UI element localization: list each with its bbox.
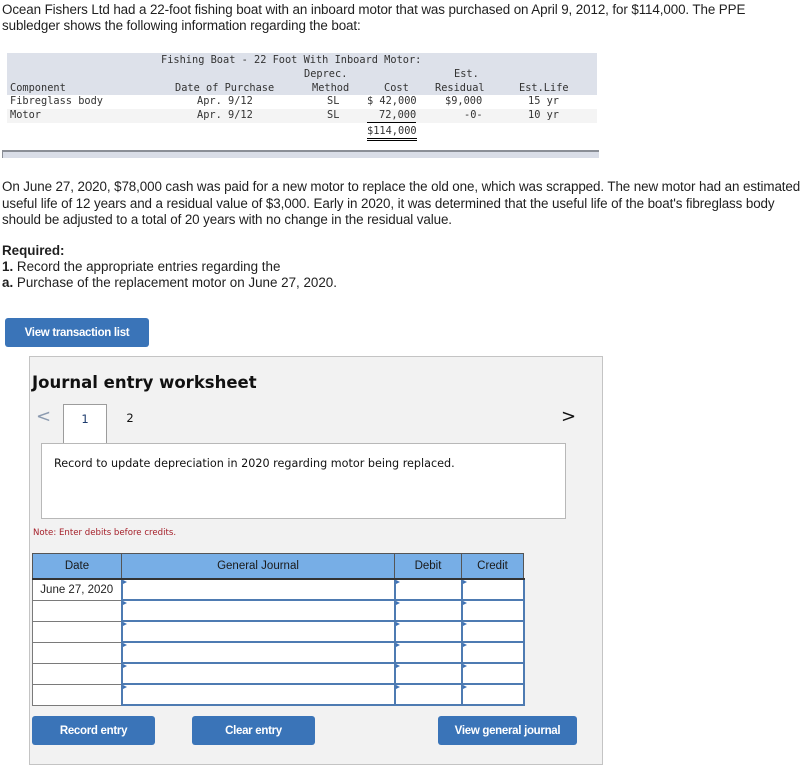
item-1-number: 1. [2, 259, 14, 274]
worksheet-title: Journal entry worksheet [32, 373, 257, 392]
journal-entry-worksheet: Journal entry worksheet < > 1 2 Record t… [29, 356, 603, 765]
date-cell[interactable] [32, 641, 122, 664]
row-cost: $ 42,000 [367, 95, 417, 107]
debit-input[interactable] [393, 599, 463, 622]
subledger-bottom-bar [2, 150, 599, 158]
instruction-box: Record to update depreciation in 2020 re… [41, 443, 566, 519]
account-dropdown[interactable] [120, 620, 396, 643]
ppe-subledger-table: Fishing Boat - 22 Foot With Inboard Moto… [7, 53, 597, 141]
item-a-number: a. [2, 275, 14, 290]
header-date: Date of Purchase [175, 82, 275, 94]
subledger-title: Fishing Boat - 22 Foot With Inboard Moto… [161, 54, 422, 66]
tab-1[interactable]: 1 [63, 404, 107, 443]
journal-row [32, 662, 525, 685]
row-residual: -0- [464, 109, 483, 121]
chevron-right-icon[interactable]: > [561, 406, 576, 427]
column-header-debit: Debit [394, 553, 462, 580]
row-life: 15 yr [528, 95, 559, 107]
required-section: Required: 1. Record the appropriate entr… [2, 243, 337, 291]
journal-row [32, 620, 525, 643]
credit-input[interactable] [460, 662, 525, 685]
row-residual: $9,000 [445, 95, 483, 107]
journal-row [32, 599, 525, 622]
account-dropdown[interactable] [120, 683, 396, 706]
view-general-journal-button[interactable]: View general journal [438, 716, 577, 745]
debits-note: Note: Enter debits before credits. [33, 528, 177, 538]
row-method: SL [327, 95, 340, 107]
scenario-paragraph: On June 27, 2020, $78,000 cash was paid … [2, 179, 801, 227]
journal-row [32, 641, 525, 664]
credit-input[interactable] [460, 683, 525, 706]
total-cost: $114,000 [367, 125, 417, 141]
instruction-text: Record to update depreciation in 2020 re… [54, 457, 455, 470]
row-component: Motor [10, 109, 41, 121]
row-method: SL [327, 109, 340, 121]
account-dropdown[interactable] [120, 662, 396, 685]
column-header-credit: Credit [461, 553, 524, 580]
header-deprec: Deprec. [304, 68, 348, 80]
required-label: Required: [2, 243, 65, 258]
row-date: Apr. 9/12 [197, 95, 253, 107]
header-method: Method [312, 82, 350, 94]
subledger-total-row: $114,000 [7, 123, 597, 141]
column-header-date: Date [32, 553, 122, 580]
row-cost: 72,000 [367, 109, 417, 123]
item-1-text: Record the appropriate entries regarding… [13, 259, 281, 274]
header-life: Est.Life [519, 82, 569, 94]
subledger-header: Fishing Boat - 22 Foot With Inboard Moto… [7, 53, 597, 95]
date-cell[interactable] [32, 662, 122, 685]
column-header-general-journal: General Journal [121, 553, 395, 580]
row-date: Apr. 9/12 [197, 109, 253, 121]
debit-input[interactable] [393, 620, 463, 643]
debit-input[interactable] [393, 683, 463, 706]
account-dropdown[interactable] [120, 641, 396, 664]
debit-input[interactable] [393, 641, 463, 664]
header-component: Component [10, 82, 66, 94]
date-cell[interactable] [32, 683, 122, 706]
credit-input[interactable] [460, 599, 525, 622]
account-dropdown[interactable] [120, 578, 396, 601]
row-component: Fibreglass body [10, 95, 103, 107]
credit-input[interactable] [460, 641, 525, 664]
tab-2[interactable]: 2 [120, 404, 140, 432]
date-cell[interactable] [32, 599, 122, 622]
credit-input[interactable] [460, 620, 525, 643]
subledger-row: Motor Apr. 9/12 SL 72,000 -0- 10 yr [7, 109, 597, 123]
account-dropdown[interactable] [120, 599, 396, 622]
item-a-text: Purchase of the replacement motor on Jun… [13, 275, 337, 290]
record-entry-button[interactable]: Record entry [32, 716, 155, 745]
debit-input[interactable] [393, 662, 463, 685]
problem-intro: Ocean Fishers Ltd had a 22-foot fishing … [2, 2, 746, 33]
view-transaction-list-button[interactable]: View transaction list [5, 318, 149, 347]
journal-row: June 27, 2020 [32, 578, 525, 601]
row-life: 10 yr [528, 109, 559, 121]
subledger-row: Fibreglass body Apr. 9/12 SL $ 42,000 $9… [7, 95, 597, 109]
journal-table: Date General Journal Debit Credit June 2… [32, 553, 525, 706]
chevron-left-icon[interactable]: < [36, 406, 51, 427]
header-residual: Residual [435, 82, 485, 94]
credit-input[interactable] [460, 578, 525, 601]
journal-row [32, 683, 525, 706]
clear-entry-button[interactable]: Clear entry [192, 716, 315, 745]
date-cell[interactable] [32, 620, 122, 643]
date-cell: June 27, 2020 [32, 578, 122, 601]
header-cost: Cost [384, 82, 409, 94]
header-est: Est. [454, 68, 479, 80]
debit-input[interactable] [393, 578, 463, 601]
